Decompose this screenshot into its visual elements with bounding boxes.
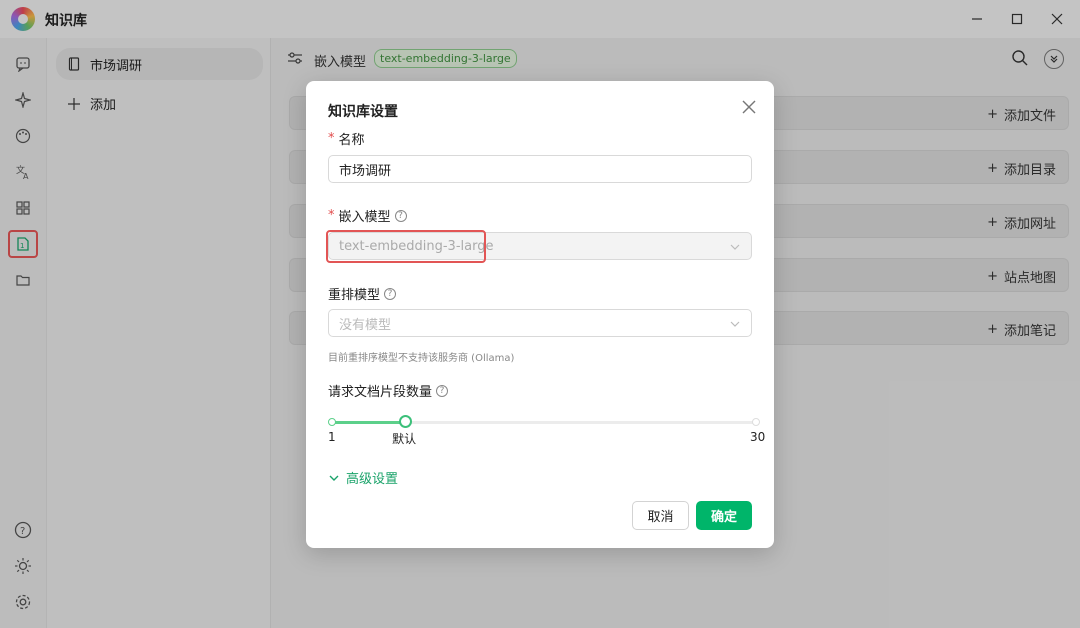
help-icon[interactable]: ? [436,384,449,397]
kb-settings-dialog: 知识库设置 * 名称 市场调研 * 嵌入模型 ? text-embedding-… [306,81,774,548]
name-input[interactable]: 市场调研 [328,155,752,183]
dialog-title: 知识库设置 [328,104,398,120]
slider-fill [330,421,406,424]
close-icon[interactable] [740,98,758,116]
advanced-settings-toggle[interactable]: 高级设置 [328,468,398,487]
name-field-label: * 名称 [328,131,365,148]
help-icon[interactable]: ? [384,287,397,300]
slider-max-label: 30 [750,430,766,444]
rerank-model-field-label: 重排模型 ? [328,284,397,303]
required-mark: * [328,208,335,223]
rerank-hint: 目前重排序模型不支持该服务商 (Ollama) [328,353,515,364]
chevron-down-icon [730,321,740,327]
rerank-model-select[interactable]: 没有模型 [328,309,752,337]
help-icon[interactable]: ? [394,209,407,222]
slider-handle[interactable] [398,415,412,428]
slider-end-dot [752,418,760,426]
chevron-down-icon [730,244,740,250]
chunks-field-label: 请求文档片段数量 ? [328,381,449,400]
slider-default-label: 默认 [392,432,417,446]
cancel-button[interactable]: 取消 [632,501,689,530]
required-mark: * [328,131,335,146]
embed-model-field-label: * 嵌入模型 ? [328,206,407,225]
slider-min-label: 1 [328,430,336,444]
confirm-button[interactable]: 确定 [696,501,752,530]
chevron-down-icon [329,475,339,481]
slider-start-dot [328,418,336,426]
chunks-slider-track[interactable] [330,421,758,424]
highlight-annotation [326,230,486,263]
